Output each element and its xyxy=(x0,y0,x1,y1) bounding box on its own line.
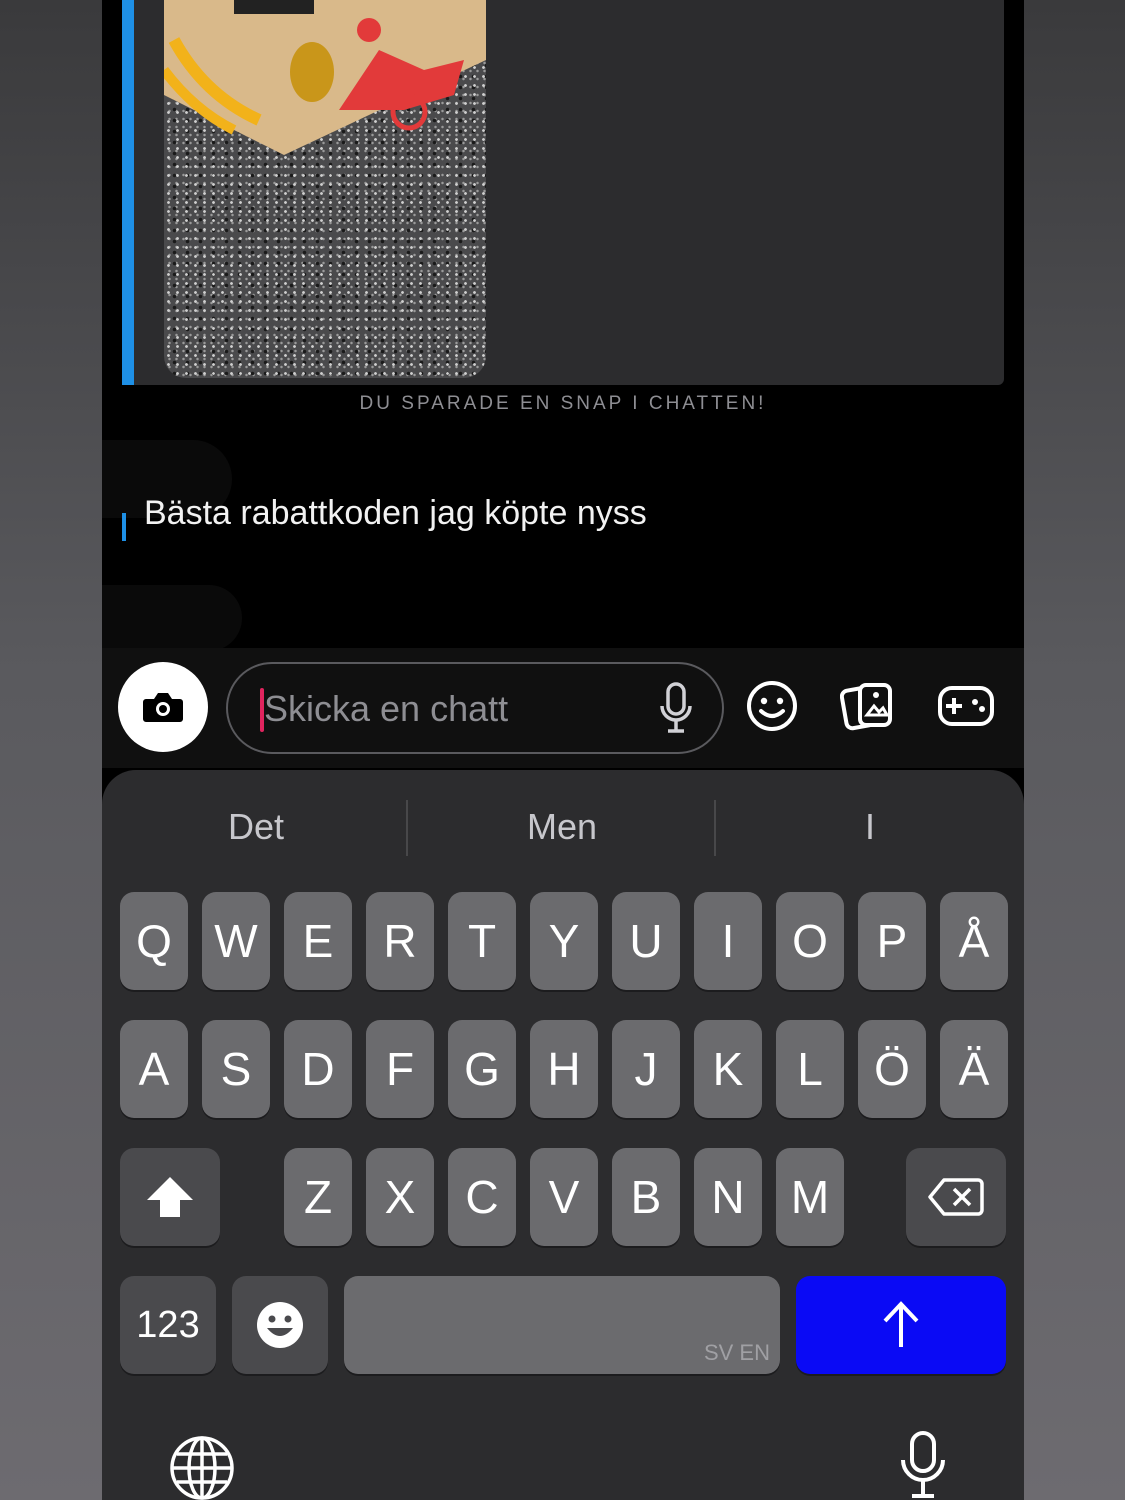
microphone-icon[interactable] xyxy=(658,682,694,734)
chat-message[interactable]: Bästa rabattkoden jag köpte nyss xyxy=(144,494,647,533)
dictation-mic-icon[interactable] xyxy=(898,1430,948,1500)
key-ä[interactable]: Ä xyxy=(940,1020,1008,1118)
memories-button[interactable] xyxy=(838,676,898,736)
key-f[interactable]: F xyxy=(366,1020,434,1118)
suggestion-divider xyxy=(714,800,716,856)
key-n[interactable]: N xyxy=(694,1148,762,1246)
key-r[interactable]: R xyxy=(366,892,434,990)
shift-icon xyxy=(147,1177,193,1217)
key-ö[interactable]: Ö xyxy=(858,1020,926,1118)
key-c[interactable]: C xyxy=(448,1148,516,1246)
chat-input-placeholder: Skicka en chatt xyxy=(264,688,509,729)
keyboard-languages: SV EN xyxy=(703,1340,770,1365)
games-icon xyxy=(938,686,994,726)
backspace-icon xyxy=(928,1178,984,1216)
key-å[interactable]: Å xyxy=(940,892,1008,990)
chat-input-bar: Skicka en chatt xyxy=(102,648,1024,768)
backspace-key[interactable] xyxy=(906,1148,1006,1246)
shift-key[interactable] xyxy=(120,1148,220,1246)
globe-icon[interactable] xyxy=(168,1434,236,1500)
key-u[interactable]: U xyxy=(612,892,680,990)
sender-color-bar xyxy=(122,513,126,541)
suggestion-1[interactable]: Det xyxy=(106,806,406,848)
key-e[interactable]: E xyxy=(284,892,352,990)
key-t[interactable]: T xyxy=(448,892,516,990)
chat-screen: DU SPARADE EN SNAP I CHATTEN! Bästa raba… xyxy=(102,0,1024,1500)
smiley-button[interactable] xyxy=(742,676,802,736)
key-s[interactable]: S xyxy=(202,1020,270,1118)
key-y[interactable]: Y xyxy=(530,892,598,990)
games-button[interactable] xyxy=(936,676,996,736)
suggestion-3[interactable]: I xyxy=(720,806,1020,848)
arrow-up-icon xyxy=(883,1301,919,1347)
snap-photo xyxy=(164,0,486,155)
camera-button[interactable] xyxy=(118,662,208,752)
key-o[interactable]: O xyxy=(776,892,844,990)
key-q[interactable]: Q xyxy=(120,892,188,990)
key-z[interactable]: Z xyxy=(284,1148,352,1246)
space-key[interactable]: SV EN xyxy=(344,1276,780,1374)
emoji-key[interactable] xyxy=(232,1276,328,1374)
key-h[interactable]: H xyxy=(530,1020,598,1118)
key-p[interactable]: P xyxy=(858,892,926,990)
snap-image[interactable] xyxy=(164,0,486,378)
smiley-icon xyxy=(747,681,797,731)
key-w[interactable]: W xyxy=(202,892,270,990)
key-l[interactable]: L xyxy=(776,1020,844,1118)
key-x[interactable]: X xyxy=(366,1148,434,1246)
chat-input[interactable]: Skicka en chatt xyxy=(226,662,724,754)
send-key[interactable] xyxy=(796,1276,1006,1374)
keyboard: Det Men I QWERTYUIOPÅ ASDFGHJKLÖÄ ZXCVBN… xyxy=(102,770,1024,1500)
key-a[interactable]: A xyxy=(120,1020,188,1118)
emoji-icon xyxy=(257,1302,303,1348)
numbers-key[interactable]: 123 xyxy=(120,1276,216,1374)
key-i[interactable]: I xyxy=(694,892,762,990)
key-g[interactable]: G xyxy=(448,1020,516,1118)
suggestion-divider xyxy=(406,800,408,856)
key-j[interactable]: J xyxy=(612,1020,680,1118)
key-v[interactable]: V xyxy=(530,1148,598,1246)
saved-snap-card[interactable] xyxy=(122,0,1004,385)
camera-icon xyxy=(143,693,183,722)
key-b[interactable]: B xyxy=(612,1148,680,1246)
saved-snap-notice: DU SPARADE EN SNAP I CHATTEN! xyxy=(359,393,767,414)
key-m[interactable]: M xyxy=(776,1148,844,1246)
redacted-name xyxy=(102,585,242,651)
memories-icon xyxy=(840,683,892,731)
suggestion-2[interactable]: Men xyxy=(412,806,712,848)
sender-color-bar xyxy=(122,0,134,385)
key-d[interactable]: D xyxy=(284,1020,352,1118)
key-k[interactable]: K xyxy=(694,1020,762,1118)
